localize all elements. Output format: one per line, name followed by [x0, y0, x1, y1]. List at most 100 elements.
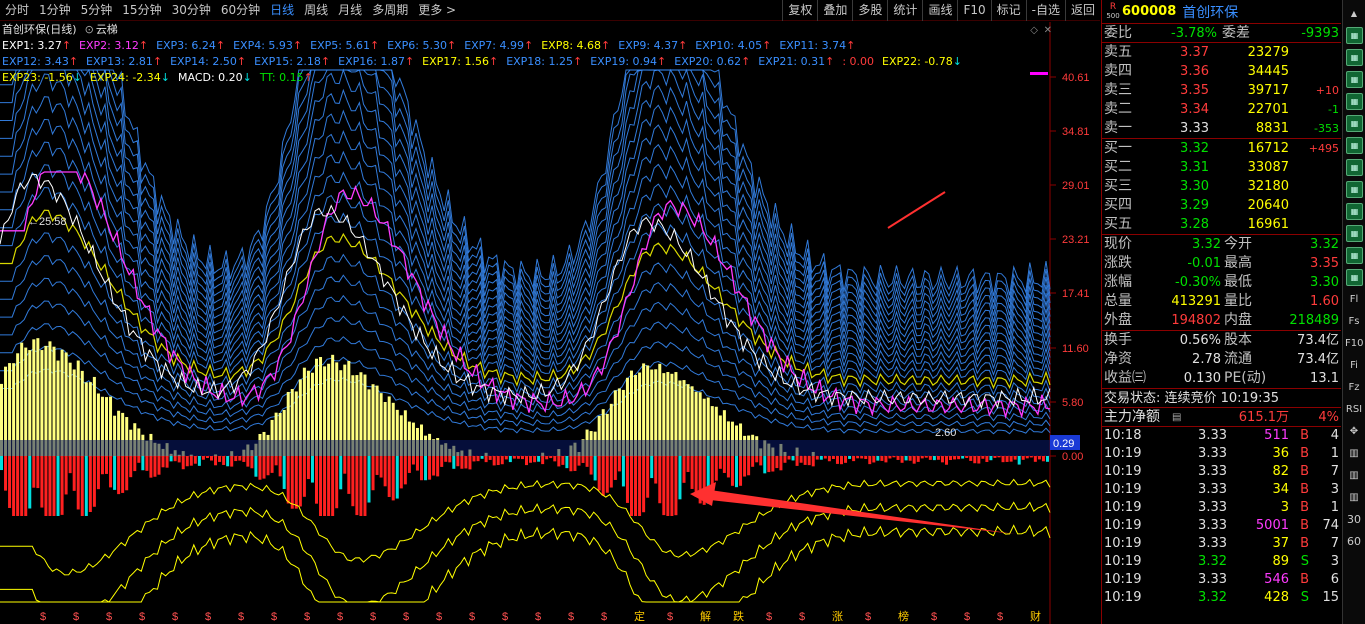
- side-icon[interactable]: RSI: [1345, 401, 1363, 418]
- move-icon[interactable]: ✥: [1345, 423, 1363, 440]
- panel-icon[interactable]: ▦: [1346, 247, 1363, 264]
- magenta-marker: [1030, 72, 1048, 75]
- panel-icon[interactable]: ▦: [1346, 137, 1363, 154]
- panel-icon[interactable]: ▦: [1346, 181, 1363, 198]
- tick-time: 10:19: [1104, 536, 1142, 551]
- bid-row[interactable]: 买三 3.30 32180: [1102, 177, 1341, 196]
- ask-row[interactable]: 卖三 3.35 39717 +10: [1102, 81, 1341, 100]
- tick-list[interactable]: 10:18 3.33 511 B 4 10:19 3.33 36 B 1 10:19 3.33 82 B 7…: [1102, 427, 1341, 607]
- panel-icon[interactable]: ▦: [1346, 27, 1363, 44]
- panel-icon[interactable]: ▦: [1346, 269, 1363, 286]
- chart-canvas[interactable]: 40.61 34.81 29.01 23.21 17.41 11.60 5.80 0.00 ←2…: [0, 22, 1100, 624]
- period-tab[interactable]: 1分钟: [34, 0, 76, 21]
- weibi-label: 委比: [1104, 25, 1132, 41]
- period-tab[interactable]: 日线: [265, 0, 299, 21]
- panel-icon[interactable]: ▦: [1346, 49, 1363, 66]
- macd-bar-down: [650, 456, 654, 479]
- macd-bar-down: [835, 456, 839, 464]
- bid-row[interactable]: 买四 3.29 20640: [1102, 196, 1341, 215]
- period-shortcut[interactable]: 30: [1345, 511, 1363, 528]
- tick-time: 10:19: [1104, 500, 1142, 515]
- stat-row: 换手 0.56% 股本 73.4亿: [1102, 331, 1341, 350]
- macd-bar-down: [928, 456, 932, 460]
- main-flow-row[interactable]: 主力净额 ▤ 615.1万 4%: [1102, 408, 1341, 427]
- side-icon[interactable]: Fi: [1345, 357, 1363, 374]
- list-icon[interactable]: ▤: [1172, 408, 1181, 427]
- tool-button[interactable]: -自选: [1025, 0, 1065, 21]
- stat-label: 外盘: [1104, 312, 1132, 328]
- macd-bar-down: [367, 456, 371, 503]
- tool-button[interactable]: 叠加: [817, 0, 852, 21]
- macd-bar-down: [868, 456, 872, 465]
- chart-settings-icon[interactable]: ◇: [1030, 25, 1038, 36]
- tick-price: 3.33: [1198, 536, 1227, 551]
- tool-button[interactable]: 标记: [990, 0, 1026, 21]
- period-tab[interactable]: 30分钟: [167, 0, 216, 21]
- side-icon[interactable]: F10: [1345, 335, 1363, 352]
- tool-button[interactable]: F10: [957, 0, 990, 21]
- macd-bar-down: [625, 456, 629, 503]
- tick-count: 3: [1330, 554, 1339, 569]
- macd-bar-down: [270, 456, 274, 473]
- period-tab[interactable]: 分时: [0, 0, 34, 21]
- period-shortcut[interactable]: 60: [1345, 533, 1363, 550]
- max-price-label: ←25.58: [28, 216, 67, 228]
- macd-bar-up: [52, 346, 56, 456]
- macd-bar-down: [28, 456, 32, 509]
- panel-icon[interactable]: ▦: [1346, 71, 1363, 88]
- chart-close-icon[interactable]: ✕: [1044, 25, 1052, 36]
- tool-button[interactable]: 复权: [782, 0, 817, 21]
- tick-volume: 3: [1280, 500, 1289, 515]
- macd-bar-down: [399, 456, 403, 489]
- period-tab[interactable]: 60分钟: [216, 0, 265, 21]
- side-icon[interactable]: Fl: [1345, 291, 1363, 308]
- tick-time: 10:19: [1104, 446, 1142, 461]
- macd-bar-down: [56, 456, 60, 516]
- tool-button[interactable]: 返回: [1064, 0, 1100, 21]
- period-tab[interactable]: 周线: [299, 0, 333, 21]
- bid-row[interactable]: 买二 3.31 33087: [1102, 158, 1341, 177]
- level-volume: 34445: [1247, 64, 1289, 79]
- panel-icon[interactable]: ▥: [1345, 489, 1363, 506]
- macd-bar-down: [339, 456, 343, 490]
- panel-icon[interactable]: ▦: [1346, 115, 1363, 132]
- bottom-marker: $: [238, 611, 244, 623]
- ask-row[interactable]: 卖四 3.36 34445: [1102, 62, 1341, 81]
- macd-bar-down: [0, 456, 3, 471]
- macd-bar-down: [674, 456, 678, 516]
- panel-icon[interactable]: ▦: [1346, 93, 1363, 110]
- kline-chart[interactable]: 40.61 34.81 29.01 23.21 17.41 11.60 5.80 0.00 ←2…: [0, 22, 1100, 624]
- stock-code[interactable]: 600008: [1122, 4, 1176, 19]
- panel-icon[interactable]: ▥: [1345, 445, 1363, 462]
- tick-count: 1: [1330, 500, 1339, 515]
- macd-bar-down: [84, 456, 88, 516]
- side-icon[interactable]: Fz: [1345, 379, 1363, 396]
- period-tab[interactable]: 更多 >: [413, 0, 461, 21]
- macd-bar-down: [819, 456, 823, 460]
- tool-button[interactable]: 统计: [887, 0, 922, 21]
- stock-name[interactable]: 首创环保: [1182, 2, 1238, 22]
- side-icon[interactable]: Fs: [1345, 313, 1363, 330]
- ask-row[interactable]: 卖一 3.33 8831 -353: [1102, 119, 1341, 138]
- tool-button[interactable]: 画线: [922, 0, 957, 21]
- panel-icon[interactable]: ▥: [1345, 467, 1363, 484]
- macd-bar-down: [88, 456, 92, 513]
- period-tab[interactable]: 5分钟: [76, 0, 118, 21]
- tick-row: 10:19 3.33 546 B 6: [1102, 571, 1341, 589]
- period-tab[interactable]: 15分钟: [117, 0, 166, 21]
- ask-row[interactable]: 卖二 3.34 22701 -1: [1102, 100, 1341, 119]
- bid-row[interactable]: 买五 3.28 16961: [1102, 215, 1341, 234]
- panel-icon[interactable]: ▦: [1346, 225, 1363, 242]
- period-tab[interactable]: 月线: [333, 0, 367, 21]
- level-label: 买五: [1104, 216, 1132, 232]
- stock-header: R 500 600008 首创环保: [1102, 0, 1341, 24]
- ask-row[interactable]: 卖五 3.37 23279: [1102, 43, 1341, 62]
- panel-icon[interactable]: ▦: [1346, 203, 1363, 220]
- bid-row[interactable]: 买一 3.32 16712 +495: [1102, 139, 1341, 158]
- macd-bar-down: [444, 456, 448, 462]
- period-tab[interactable]: 多周期: [367, 0, 413, 21]
- tool-button[interactable]: 多股: [852, 0, 887, 21]
- scroll-up-icon[interactable]: ▲: [1345, 5, 1363, 22]
- panel-icon[interactable]: ▦: [1346, 159, 1363, 176]
- macd-bar-down: [1001, 456, 1005, 463]
